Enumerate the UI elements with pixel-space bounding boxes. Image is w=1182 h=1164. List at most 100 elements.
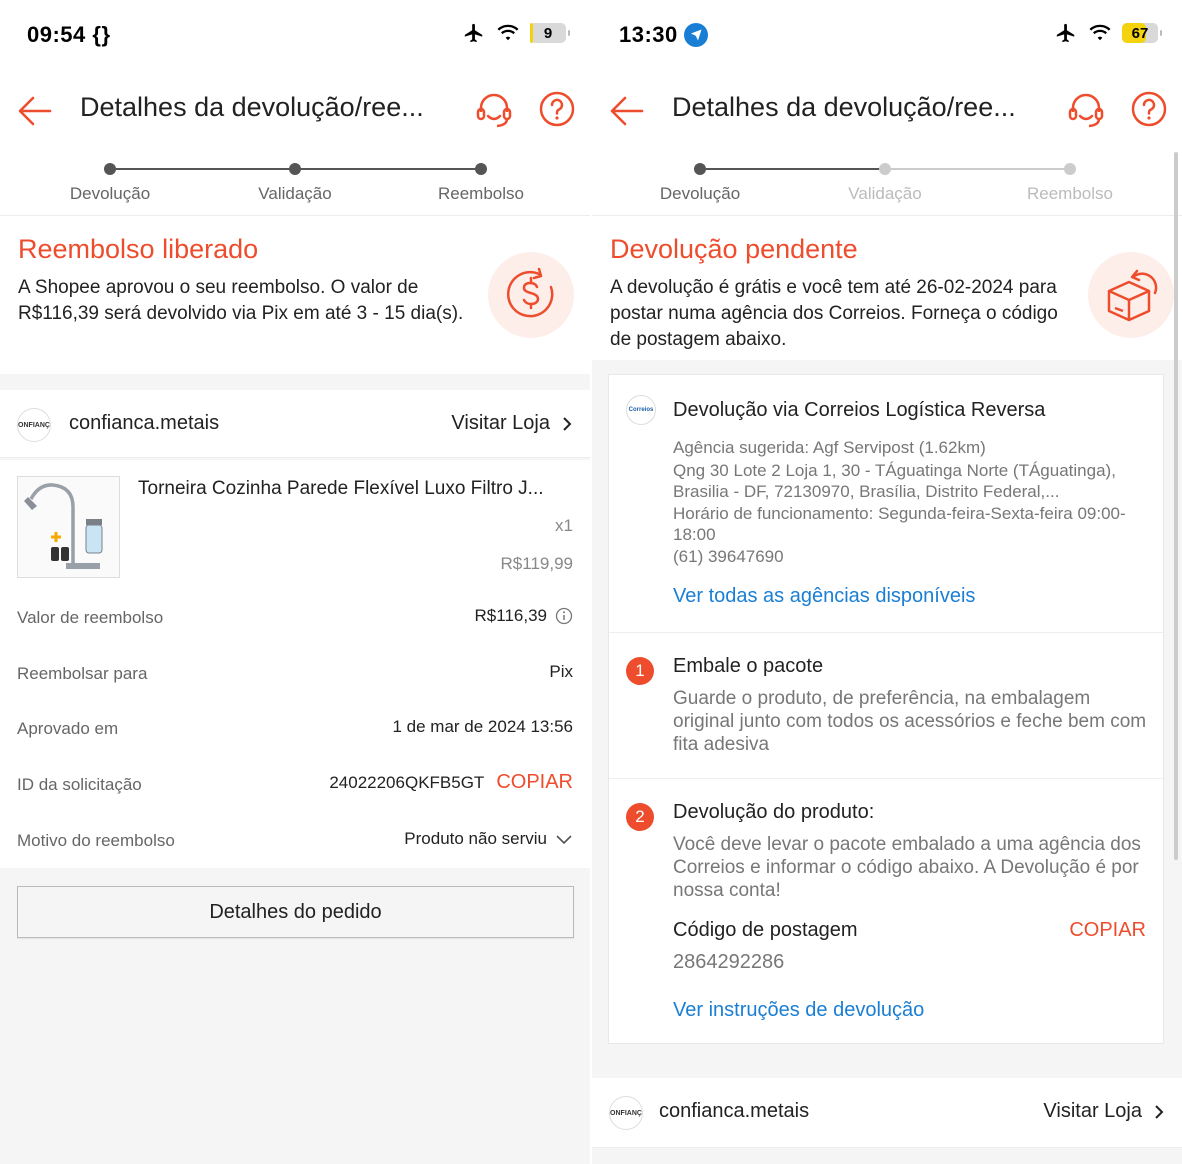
shop-avatar: CONFIANÇA: [17, 408, 51, 442]
step-label-reembolso: Reembolso: [438, 184, 524, 203]
visit-store-label: Visitar Loja: [1043, 1100, 1142, 1122]
right-screen: 13:30 67 Detalhes da devolução/ree... De…: [592, 0, 1182, 1164]
detail-value: R$116,39: [475, 606, 573, 626]
return-instructions-link[interactable]: Ver instruções de devolução: [673, 999, 924, 1022]
product-quantity: x1: [555, 516, 573, 535]
step-label-validacao: Validação: [258, 184, 332, 203]
chevron-right-icon: [563, 416, 572, 431]
detail-label: ID da solicitação: [17, 775, 142, 794]
detail-row-aprovado: Aprovado em 1 de mar de 2024 13:56: [0, 701, 590, 757]
step-label-devolucao: Devolução: [69, 184, 151, 203]
detail-row-valor: Valor de reembolso R$116,39: [0, 590, 590, 646]
refund-status-block: Reembolso liberado A Shopee aprovou o se…: [0, 216, 590, 374]
agency-phone: (61) 39647690: [673, 547, 784, 566]
step-line-pending: [885, 168, 1070, 170]
correios-section: Correios Devolução via Correios Logístic…: [609, 375, 1163, 633]
airplane-icon: [464, 23, 483, 43]
battery-indicator: 67: [1122, 23, 1162, 43]
refund-dollar-icon: [488, 252, 574, 338]
chevron-right-icon: [1155, 1104, 1164, 1119]
status-time-text: 13:30: [619, 22, 678, 47]
copy-code-button[interactable]: COPIAR: [1069, 919, 1146, 942]
step-body: Você deve levar o pacote embalado a uma …: [673, 834, 1141, 901]
shop-row[interactable]: CONFIANÇA confianca.metais Visitar Loja: [592, 1078, 1182, 1148]
detail-value: 1 de mar de 2024 13:56: [392, 717, 573, 736]
order-details-button[interactable]: Detalhes do pedido: [17, 886, 574, 938]
step-dot-devolucao: [694, 163, 706, 175]
status-icons: 9: [462, 22, 570, 44]
request-id: 24022206QKFB5GT: [329, 772, 485, 792]
headset-icon[interactable]: [474, 90, 514, 130]
headset-icon[interactable]: [1066, 90, 1106, 130]
suggested-agency: Agência sugerida: Agf Servipost (1.62km): [673, 438, 986, 457]
product-name: Torneira Cozinha Parede Flexível Luxo Fi…: [138, 478, 544, 499]
step-dot-reembolso: [475, 163, 487, 175]
detail-row-id: ID da solicitação 24022206QKFB5GT COPIAR: [0, 757, 590, 813]
step-dot-validacao: [879, 163, 891, 175]
all-agencies-link[interactable]: Ver todas as agências disponíveis: [673, 585, 975, 608]
step-title: Embale o pacote: [673, 655, 824, 677]
page-title: Detalhes da devolução/ree...: [672, 92, 1016, 122]
step-title: Devolução do produto:: [673, 801, 875, 823]
step-pack-section: 1 Embale o pacote Guarde o produto, de p…: [609, 633, 1163, 779]
detail-label: Aprovado em: [17, 719, 119, 738]
shop-name: confianca.metais: [659, 1100, 810, 1122]
visit-store-button[interactable]: Visitar Loja: [451, 412, 572, 435]
visit-store-button[interactable]: Visitar Loja: [1043, 1100, 1164, 1123]
battery-indicator: 9: [530, 23, 570, 43]
step-dot-validacao: [289, 163, 301, 175]
step-label-reembolso: Reembolso: [1027, 184, 1113, 203]
help-icon[interactable]: [1130, 90, 1168, 128]
detail-label: Motivo do reembolso: [17, 831, 175, 850]
postage-code-label: Código de postagem: [673, 919, 858, 941]
detail-label: Reembolsar para: [17, 664, 148, 683]
step-label-validacao: Validação: [848, 184, 922, 203]
nav-bar: Detalhes da devolução/ree...: [592, 72, 1182, 150]
battery-level: 67: [1131, 24, 1149, 42]
progress-stepper: Devolução Validação Reembolso: [592, 150, 1182, 216]
back-arrow-icon[interactable]: [608, 92, 646, 130]
status-time: 13:30: [619, 22, 708, 48]
back-arrow-icon[interactable]: [16, 92, 54, 130]
agency-address: Qng 30 Lote 2 Loja 1, 30 - TÁguatinga No…: [673, 461, 1116, 501]
shop-avatar: CONFIANÇA: [609, 1096, 643, 1130]
status-bar: 09:54 {} 9: [0, 0, 590, 72]
battery-fill: [530, 23, 534, 43]
correios-logo: Correios: [626, 395, 656, 425]
return-box-icon: [1088, 252, 1174, 338]
status-description: A Shopee aprovou o seu reembolso. O valo…: [18, 277, 464, 324]
scrollbar[interactable]: [1174, 152, 1178, 860]
status-title: Reembolso liberado: [18, 234, 259, 264]
left-screen: 09:54 {} 9 Detalhes da devolução/ree... …: [0, 0, 590, 1164]
status-icons: 67: [1054, 22, 1162, 44]
return-status-block: Devolução pendente A devolução é grátis …: [592, 216, 1182, 360]
chevron-down-icon: [556, 835, 572, 845]
visit-store-label: Visitar Loja: [451, 412, 550, 434]
airplane-icon: [1056, 23, 1075, 43]
correios-title: Devolução via Correios Logística Reversa: [673, 399, 1046, 421]
detail-row-motivo[interactable]: Motivo do reembolso Produto não serviu: [0, 813, 590, 869]
return-instructions-card: Correios Devolução via Correios Logístic…: [608, 374, 1164, 1044]
product-price: R$119,99: [500, 554, 573, 573]
opening-hours: Horário de funcionamento: Segunda-feira-…: [673, 504, 1126, 544]
step-number-badge: 2: [626, 803, 654, 831]
detail-row-reembolsar: Reembolsar para Pix: [0, 646, 590, 702]
step-number-badge: 1: [626, 657, 654, 685]
status-title: Devolução pendente: [610, 234, 858, 264]
product-item[interactable]: Torneira Cozinha Parede Flexível Luxo Fi…: [0, 460, 590, 590]
status-description: A devolução é grátis e você tem até 26-0…: [610, 277, 1058, 350]
step-line-done: [700, 168, 885, 170]
copy-id-button[interactable]: COPIAR: [496, 771, 573, 794]
shop-row[interactable]: CONFIANÇA confianca.metais Visitar Loja: [0, 390, 590, 458]
location-icon: [683, 23, 708, 47]
refund-amount: R$116,39: [474, 606, 547, 625]
product-thumbnail: [17, 476, 120, 578]
info-icon[interactable]: [555, 607, 573, 625]
refund-details: Valor de reembolso R$116,39 Reembolsar p…: [0, 590, 590, 868]
help-icon[interactable]: [538, 90, 576, 128]
shop-name: confianca.metais: [69, 412, 220, 434]
step-body: Guarde o produto, de preferência, na emb…: [673, 688, 1147, 755]
nav-bar: Detalhes da devolução/ree...: [0, 72, 590, 150]
step-dot-devolucao: [104, 163, 116, 175]
refund-reason: Produto não serviu: [404, 829, 547, 848]
